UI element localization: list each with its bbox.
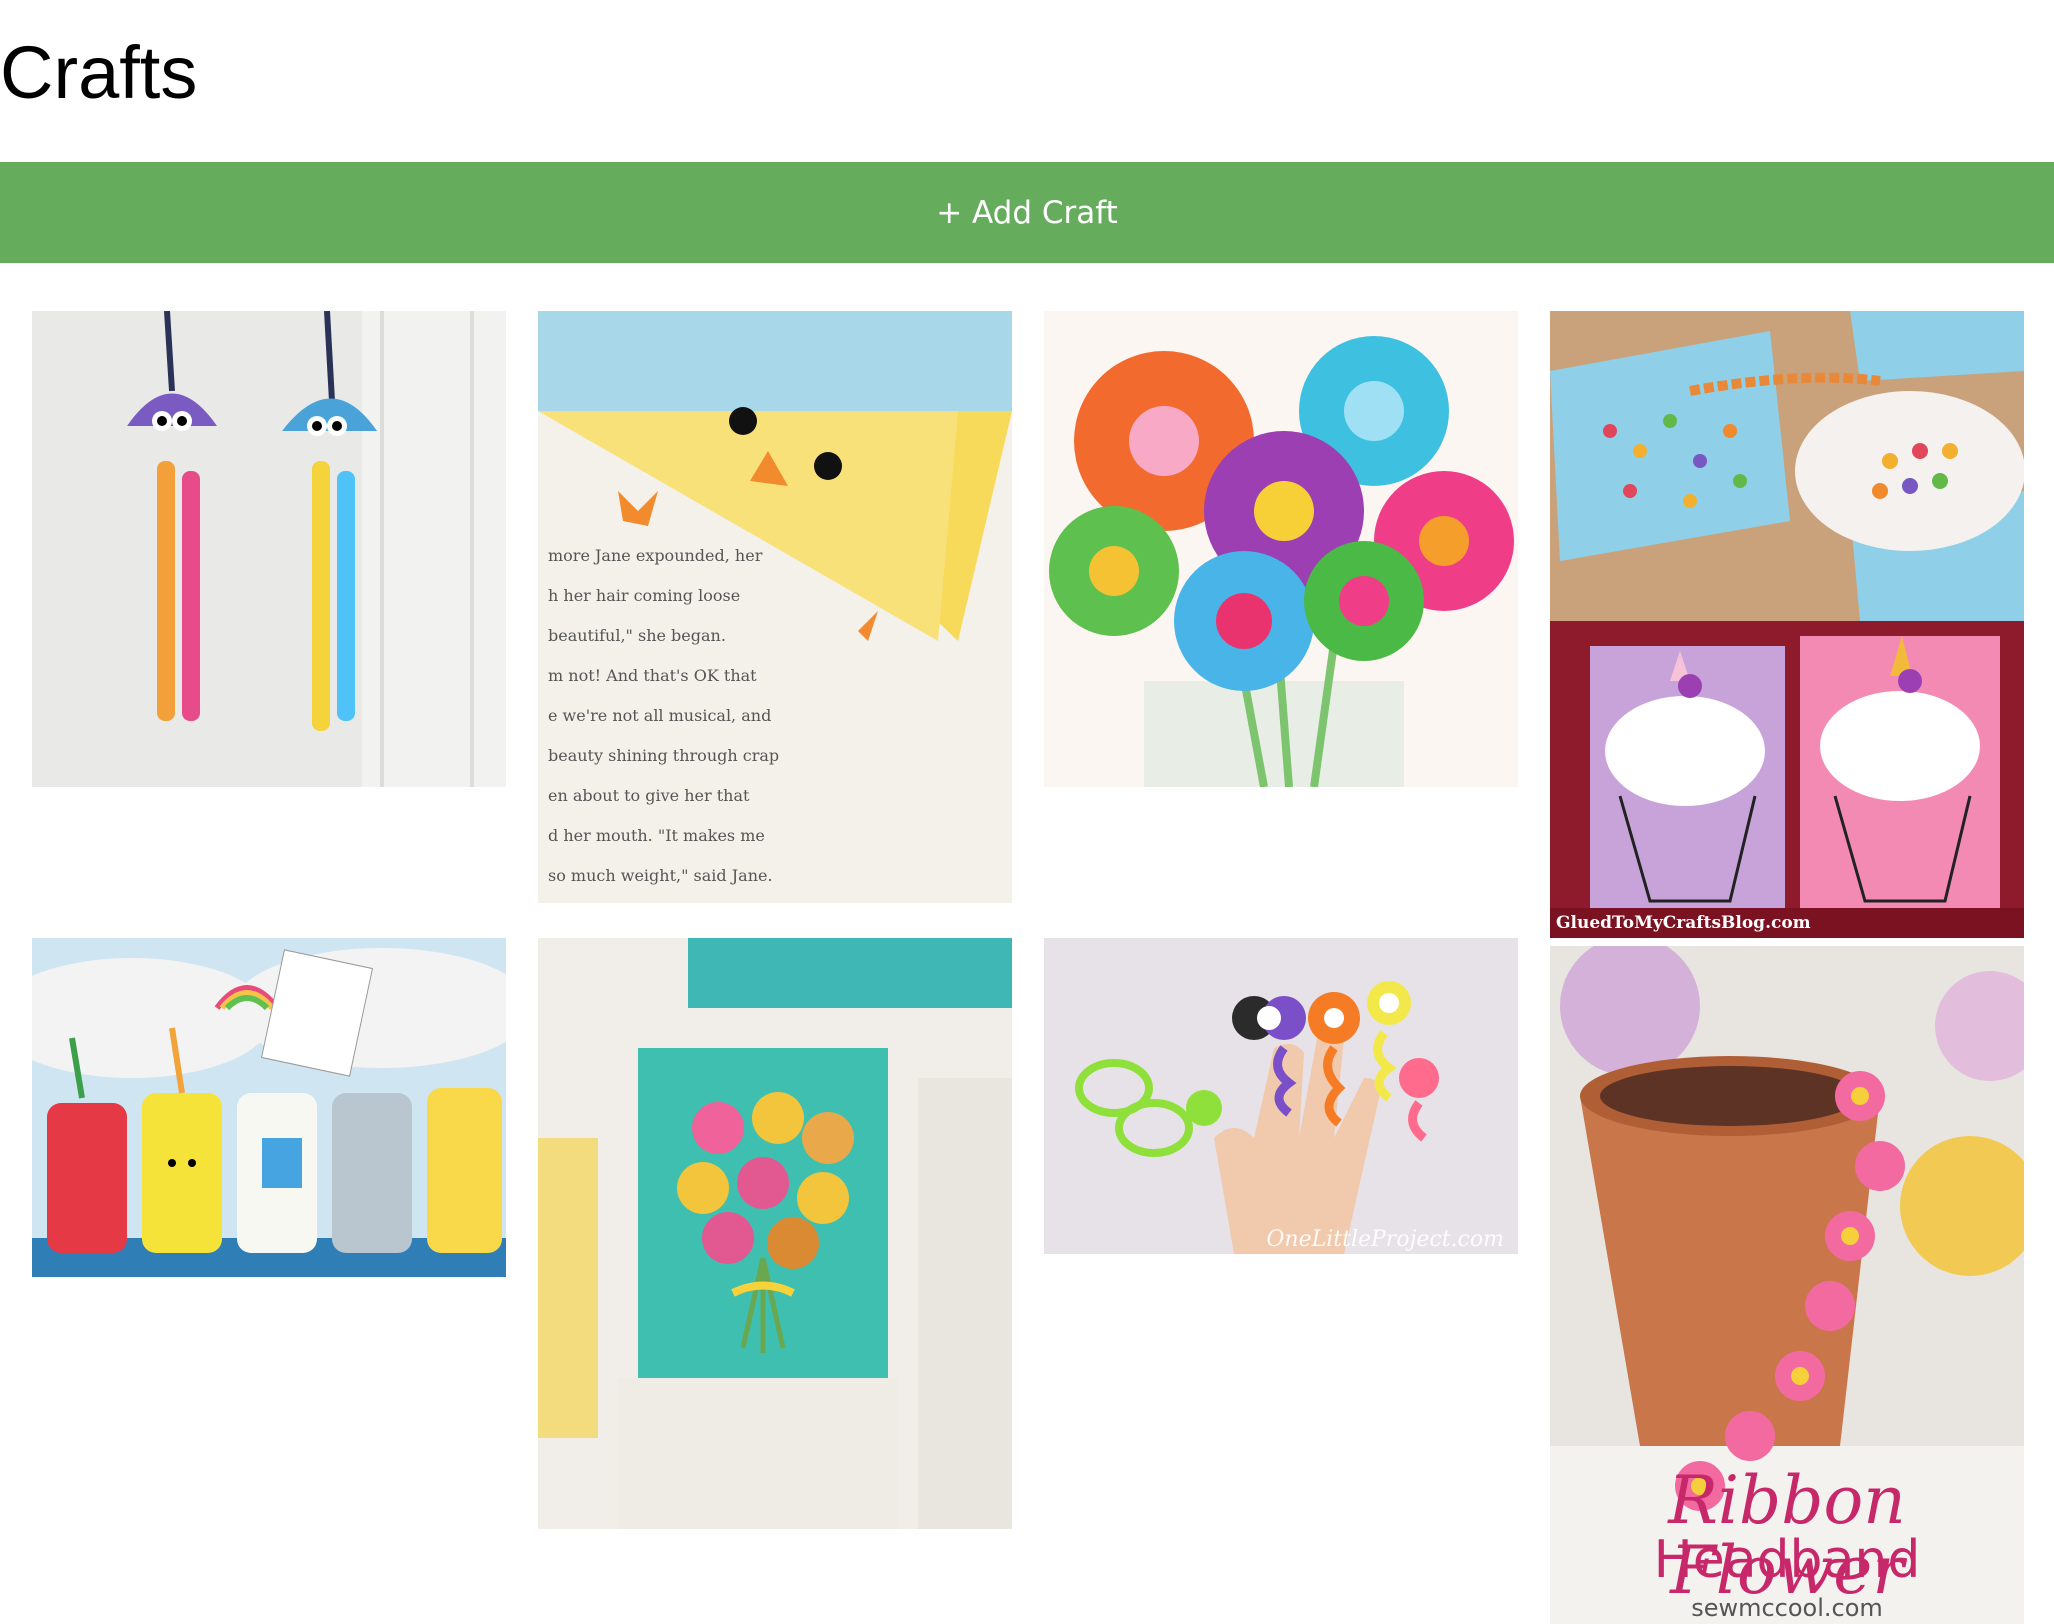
felt-flowers-image xyxy=(1044,311,1518,787)
craft-card-felt-flowers[interactable] xyxy=(1044,311,1518,787)
page-title: Crafts xyxy=(0,31,198,114)
finger-puppets-image xyxy=(1044,938,1518,1254)
cereal-counting-image xyxy=(1550,311,2024,621)
bookmark-image: more Jane expounded, her h her hair comi… xyxy=(538,311,1012,903)
craft-card-mason-jars[interactable] xyxy=(32,938,506,1277)
unicorn-cupcakes-image xyxy=(1550,621,2024,938)
svg-text:so much weight," said Jane.: so much weight," said Jane. xyxy=(548,866,773,885)
add-craft-button[interactable]: + Add Craft xyxy=(0,162,2054,263)
svg-text:en about to give her that: en about to give her that xyxy=(548,786,750,805)
craft-card-jellyfish[interactable] xyxy=(32,311,506,787)
craft-watermark: GluedToMyCraftsBlog.com xyxy=(1550,908,2024,938)
craft-watermark: sewmccool.com xyxy=(1691,1594,1883,1622)
craft-card-bookmark[interactable]: more Jane expounded, her h her hair comi… xyxy=(538,311,1012,903)
craft-card-ribbon-headband[interactable]: Ribbon Flower Headband sewmccool.com xyxy=(1550,946,2024,1624)
svg-text:d her mouth. "It makes me: d her mouth. "It makes me xyxy=(548,826,765,845)
svg-text:beautiful," she began.: beautiful," she began. xyxy=(548,626,726,645)
craft-card-cereal-counting[interactable] xyxy=(1550,311,2024,621)
svg-text:h her hair coming loose: h her hair coming loose xyxy=(548,586,740,605)
craft-card-unicorn-cupcakes[interactable]: GluedToMyCraftsBlog.com xyxy=(1550,621,2024,938)
jellyfish-image xyxy=(32,311,506,787)
svg-text:m not! And that's OK that: m not! And that's OK that xyxy=(548,666,757,685)
flower-canvas-image xyxy=(538,938,1012,1529)
svg-text:more Jane expounded, her: more Jane expounded, her xyxy=(548,546,763,565)
craft-watermark: OneLittleProject.com xyxy=(1266,1227,1504,1252)
svg-text:e we're not all musical, and: e we're not all musical, and xyxy=(548,706,771,725)
ribbon-subtitle: Headband xyxy=(1653,1530,1921,1590)
mason-jars-image xyxy=(32,938,506,1277)
svg-text:beauty shining through crap: beauty shining through crap xyxy=(548,746,779,765)
craft-card-finger-puppets[interactable]: OneLittleProject.com xyxy=(1044,938,1518,1254)
craft-card-flower-canvas[interactable] xyxy=(538,938,1012,1529)
